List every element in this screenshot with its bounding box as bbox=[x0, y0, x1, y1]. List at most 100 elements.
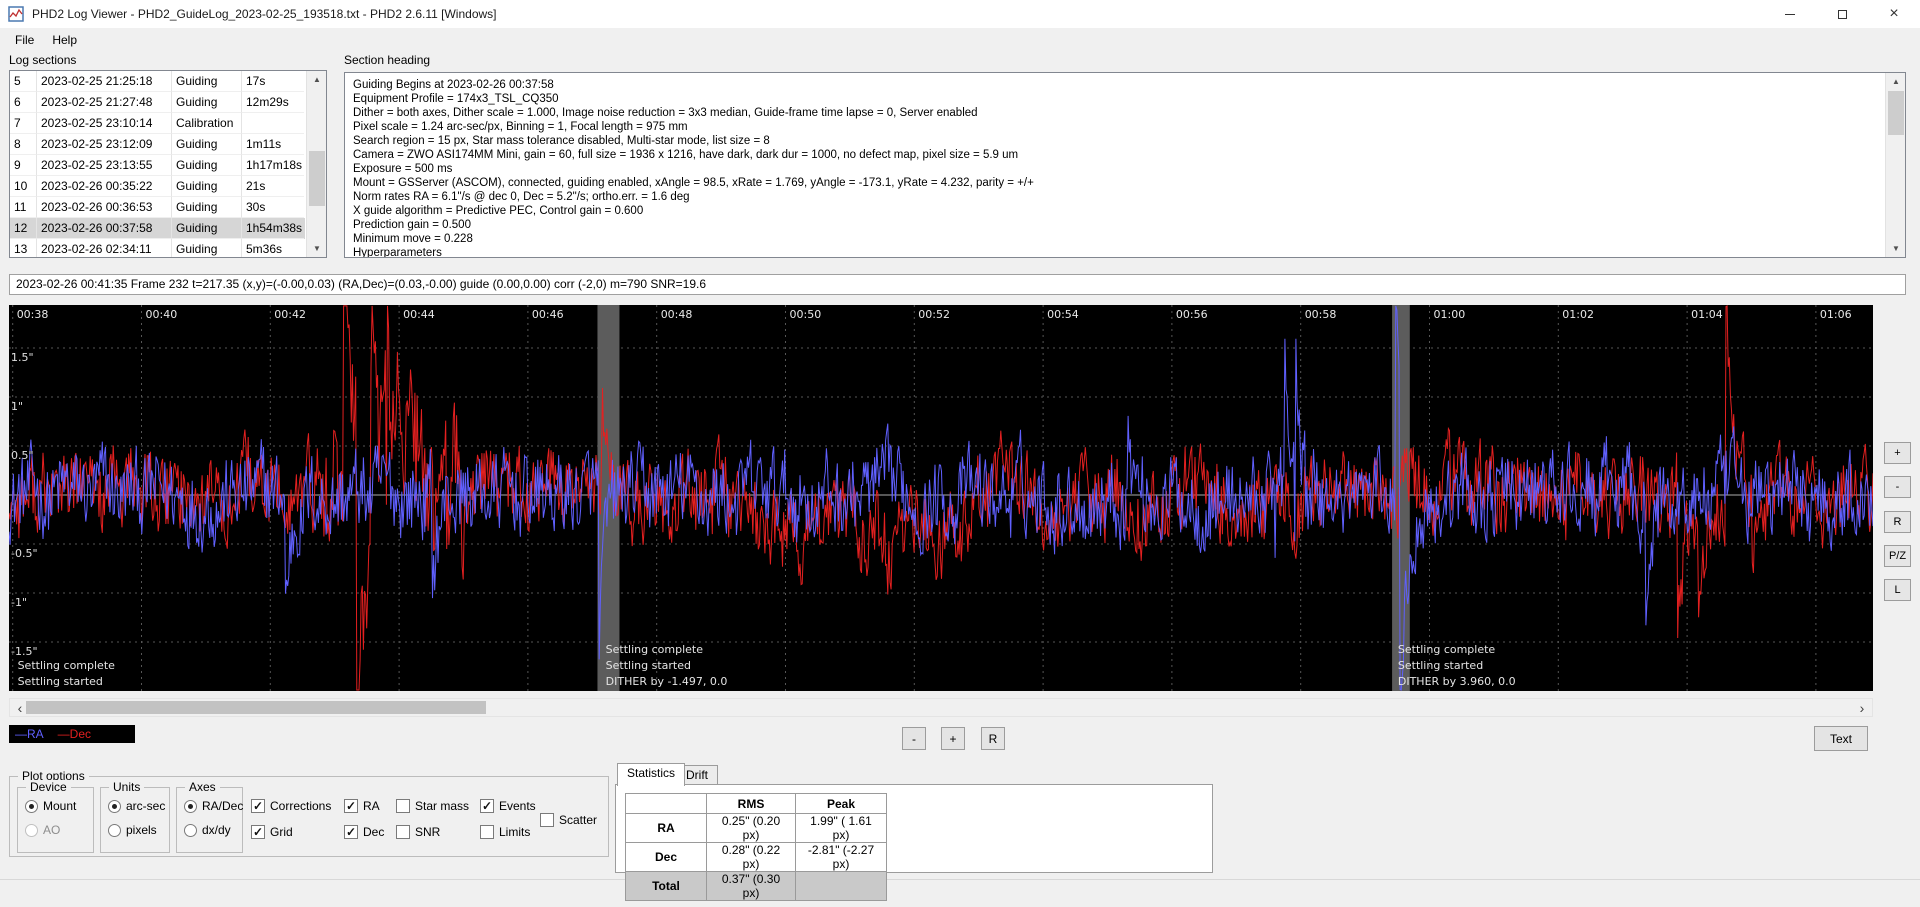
log-row-9[interactable]: 92023-02-25 23:13:55Guiding1h17m18s bbox=[10, 155, 305, 176]
radio-ra-dec[interactable]: RA/Dec bbox=[177, 794, 242, 818]
x-tick-label: 00:42 bbox=[274, 308, 306, 321]
chart-pan-zoom-button[interactable]: P/Z bbox=[1884, 545, 1911, 567]
radio-circle-icon bbox=[184, 800, 197, 813]
log-cell-type: Guiding bbox=[172, 92, 242, 113]
log-list-scrollbar[interactable]: ▲ ▼ bbox=[306, 71, 326, 257]
radio-dx-dy[interactable]: dx/dy bbox=[177, 818, 242, 842]
radio-label: RA/Dec bbox=[202, 799, 243, 813]
event-annotation: Settling started bbox=[1398, 659, 1483, 672]
radio-circle-icon bbox=[25, 824, 38, 837]
x-tick-label: 01:04 bbox=[1691, 308, 1723, 321]
event-annotation: Settling complete bbox=[1398, 643, 1496, 656]
checkbox-grid[interactable]: ✓Grid bbox=[249, 820, 342, 844]
legend-dec: —Dec bbox=[58, 727, 91, 741]
scroll-up-icon[interactable]: ▲ bbox=[307, 71, 327, 88]
section-heading-box: Guiding Begins at 2023-02-26 00:37:58Equ… bbox=[344, 72, 1906, 258]
log-cell-num: 6 bbox=[10, 92, 37, 113]
x-tick-label: 00:48 bbox=[661, 308, 693, 321]
stats-peak-value: -2.81" (-2.27 px) bbox=[796, 843, 887, 872]
scroll-down-icon[interactable]: ▼ bbox=[1886, 240, 1906, 257]
log-row-7[interactable]: 72023-02-25 23:10:14Calibration bbox=[10, 113, 305, 134]
status-bar bbox=[0, 879, 1920, 907]
checkbox-box-icon bbox=[540, 813, 554, 827]
event-annotation: Settling complete bbox=[18, 659, 116, 672]
graph-legend: —RA —Dec bbox=[9, 725, 135, 743]
maximize-icon bbox=[1838, 10, 1847, 19]
vscale-reset-button[interactable]: R bbox=[981, 727, 1005, 750]
section-heading-text: Guiding Begins at 2023-02-26 00:37:58Equ… bbox=[345, 73, 1884, 257]
event-annotation: DITHER by 3.960, 0.0 bbox=[1398, 675, 1516, 688]
scroll-up-icon[interactable]: ▲ bbox=[1886, 73, 1906, 90]
units-label: Units bbox=[109, 780, 144, 794]
chart-zoom-out-button[interactable]: - bbox=[1884, 476, 1911, 498]
log-row-11[interactable]: 112023-02-26 00:36:53Guiding30s bbox=[10, 197, 305, 218]
chart-scrollbar[interactable]: ‹ › bbox=[9, 698, 1873, 717]
stats-rms-value: 0.28" (0.22 px) bbox=[707, 843, 796, 872]
log-cell-num: 9 bbox=[10, 155, 37, 176]
text-view-button[interactable]: Text bbox=[1814, 726, 1868, 751]
stats-label: Total bbox=[626, 872, 707, 901]
log-row-12[interactable]: 122023-02-26 00:37:58Guiding1h54m38s bbox=[10, 218, 305, 239]
chart-lock-button[interactable]: L bbox=[1884, 579, 1911, 601]
radio-label: pixels bbox=[126, 823, 157, 837]
log-row-6[interactable]: 62023-02-25 21:27:48Guiding12m29s bbox=[10, 92, 305, 113]
radio-ao[interactable]: AO bbox=[18, 818, 93, 842]
checkbox-scatter[interactable]: Scatter bbox=[538, 808, 597, 832]
radio-arc-sec[interactable]: arc-sec bbox=[101, 794, 169, 818]
section-scrollbar[interactable]: ▲ ▼ bbox=[1885, 73, 1905, 257]
y-tick-label: 1" bbox=[11, 400, 23, 413]
axes-label: Axes bbox=[185, 780, 220, 794]
scroll-down-icon[interactable]: ▼ bbox=[307, 240, 327, 257]
scrollbar-thumb[interactable] bbox=[26, 701, 486, 714]
event-annotation: Settling started bbox=[606, 659, 691, 672]
checkbox-corrections[interactable]: ✓Corrections bbox=[249, 794, 342, 818]
scrollbar-thumb[interactable] bbox=[1888, 91, 1904, 135]
guiding-graph-svg: 00:3800:4000:4200:4400:4600:4800:5000:52… bbox=[9, 305, 1873, 691]
axes-group: Axes RA/Decdx/dy bbox=[176, 787, 243, 853]
minimize-button[interactable] bbox=[1764, 0, 1816, 28]
log-cell-ts: 2023-02-25 23:12:09 bbox=[37, 134, 172, 155]
radio-circle-icon bbox=[108, 800, 121, 813]
log-cell-type: Guiding bbox=[172, 176, 242, 197]
log-cell-type: Guiding bbox=[172, 155, 242, 176]
close-button[interactable]: × bbox=[1868, 0, 1920, 28]
checkbox-ra[interactable]: ✓RA bbox=[342, 794, 394, 818]
checkbox-snr[interactable]: SNR bbox=[394, 820, 478, 844]
log-row-8[interactable]: 82023-02-25 23:12:09Guiding1m11s bbox=[10, 134, 305, 155]
vscale-zoom-out-button[interactable]: - bbox=[902, 727, 926, 750]
log-cell-dur: 1h17m18s bbox=[242, 155, 304, 176]
statistics-panel: RMSPeakRA0.25" (0.20 px)1.99" ( 1.61 px)… bbox=[615, 784, 1213, 873]
log-row-10[interactable]: 102023-02-26 00:35:22Guiding21s bbox=[10, 176, 305, 197]
scroll-right-icon[interactable]: › bbox=[1852, 699, 1872, 716]
chart-zoom-in-button[interactable]: + bbox=[1884, 442, 1911, 464]
scrollbar-thumb[interactable] bbox=[309, 151, 325, 206]
menu-file[interactable]: File bbox=[6, 31, 43, 49]
checkbox-star-mass[interactable]: Star mass bbox=[394, 794, 478, 818]
menu-help[interactable]: Help bbox=[43, 31, 86, 49]
section-heading-line: Dither = both axes, Dither scale = 1.000… bbox=[353, 106, 1876, 120]
maximize-button[interactable] bbox=[1816, 0, 1868, 28]
x-tick-label: 00:38 bbox=[17, 308, 49, 321]
x-tick-label: 00:58 bbox=[1305, 308, 1337, 321]
log-cell-dur: 1h54m38s bbox=[242, 218, 304, 239]
checkbox-dec[interactable]: ✓Dec bbox=[342, 820, 394, 844]
radio-mount[interactable]: Mount bbox=[18, 794, 93, 818]
tab-statistics[interactable]: Statistics bbox=[617, 763, 685, 786]
x-tick-label: 01:00 bbox=[1434, 308, 1466, 321]
log-cell-num: 12 bbox=[10, 218, 37, 239]
log-cell-dur: 12m29s bbox=[242, 92, 304, 113]
section-heading-line: Search region = 15 px, Star mass toleran… bbox=[353, 134, 1876, 148]
log-row-5[interactable]: 52023-02-25 21:25:18Guiding17s bbox=[10, 71, 305, 92]
chart-reset-button[interactable]: R bbox=[1884, 511, 1911, 533]
device-group: Device MountAO bbox=[17, 787, 94, 853]
log-row-13[interactable]: 132023-02-26 02:34:11Guiding5m36s bbox=[10, 239, 305, 258]
guiding-graph[interactable]: 00:3800:4000:4200:4400:4600:4800:5000:52… bbox=[9, 305, 1873, 691]
radio-pixels[interactable]: pixels bbox=[101, 818, 169, 842]
log-cell-ts: 2023-02-26 00:36:53 bbox=[37, 197, 172, 218]
log-sections-list: 52023-02-25 21:25:18Guiding17s62023-02-2… bbox=[9, 70, 327, 258]
log-cell-dur: 21s bbox=[242, 176, 304, 197]
vscale-zoom-in-button[interactable]: + bbox=[941, 727, 965, 750]
log-cell-num: 13 bbox=[10, 239, 37, 258]
radio-label: AO bbox=[43, 823, 60, 837]
x-tick-label: 00:56 bbox=[1176, 308, 1208, 321]
